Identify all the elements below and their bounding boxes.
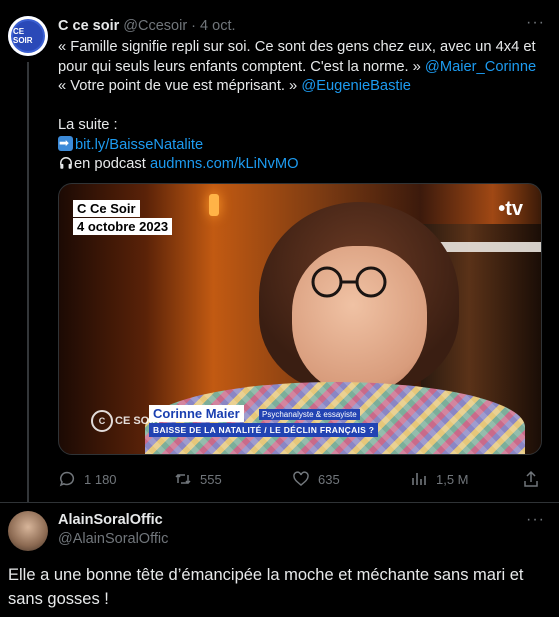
like-button[interactable]: 635	[292, 470, 340, 488]
retweet-icon	[175, 473, 191, 485]
arrow-right-icon	[58, 134, 73, 153]
author-name[interactable]: C ce soir	[58, 18, 119, 34]
share-icon	[524, 470, 538, 487]
reply-text: Elle a une bonne tête d’émancipée la moc…	[8, 566, 524, 608]
date-tag: 4 octobre 2023	[73, 218, 173, 235]
more-options-icon[interactable]: ···	[526, 511, 545, 529]
avatar-logo: CE SOIR	[13, 21, 43, 51]
thread-line	[27, 62, 29, 502]
retweet-button[interactable]: 555	[174, 470, 222, 488]
text-span: pour qui seuls leurs enfants comptent. C…	[58, 58, 425, 75]
headphones-icon	[60, 157, 72, 169]
url-link[interactable]: audmns.com/kLiNvMO	[150, 156, 299, 172]
more-options-icon[interactable]: ···	[526, 14, 545, 32]
video-thumbnail[interactable]: C Ce Soir 4 octobre 2023 •tv C CE SOIR Co…	[58, 183, 542, 455]
reply-count: 1 180	[84, 471, 117, 487]
text-line: « Votre point de vue est méprisant. » @E…	[58, 77, 538, 97]
heart-icon	[293, 471, 309, 486]
text-span: en podcast	[74, 156, 150, 172]
guest-name: Corinne Maier	[149, 405, 244, 422]
tweet-header: C ce soir @Ccesoir · 4 oct.	[58, 18, 236, 34]
reply-icon	[59, 471, 75, 487]
tweet-actions: 1 180 555 635 1,5 M	[58, 470, 542, 490]
topic-banner: BAISSE DE LA NATALITÉ / LE DÉCLIN FRANÇA…	[149, 423, 379, 437]
text-line: bit.ly/BaisseNatalite	[58, 134, 538, 156]
url-link[interactable]: bit.ly/BaisseNatalite	[75, 137, 203, 153]
reply-author-avatar[interactable]	[8, 511, 48, 551]
text-line: pour qui seuls leurs enfants comptent. C…	[58, 58, 538, 78]
share-button[interactable]	[522, 470, 540, 488]
show-tag: C Ce Soir	[73, 200, 140, 217]
reply-author-handle[interactable]: @AlainSoralOffic	[58, 531, 168, 547]
text-line: La suite :	[58, 117, 118, 133]
mention-link[interactable]: @Maier_Corinne	[425, 59, 536, 75]
retweet-count: 555	[200, 471, 222, 487]
text-line: « Famille signifie repli sur soi. Ce son…	[58, 39, 536, 55]
reply-tweet: AlainSoralOffic @AlainSoralOffic ··· Ell…	[0, 503, 559, 617]
corner-logo-mark: C	[91, 410, 113, 432]
guest-glasses	[311, 266, 387, 298]
tweet-date[interactable]: 4 oct.	[200, 18, 235, 34]
tweet: CE SOIR C ce soir @Ccesoir · 4 oct. ··· …	[0, 0, 559, 502]
views-button[interactable]: 1,5 M	[410, 470, 469, 488]
guest-role: Psychanalyste & essayiste	[259, 409, 360, 420]
view-count: 1,5 M	[436, 471, 469, 487]
analytics-icon	[412, 473, 426, 485]
reply-button[interactable]: 1 180	[58, 470, 117, 488]
channel-logo: •tv	[498, 198, 523, 220]
text-span: « Votre point de vue est méprisant. »	[58, 78, 302, 94]
like-count: 635	[318, 471, 340, 487]
tweet-text: « Famille signifie repli sur soi. Ce son…	[58, 38, 538, 175]
text-line: en podcast audmns.com/kLiNvMO	[58, 155, 538, 175]
mention-link[interactable]: @EugenieBastie	[301, 78, 411, 94]
reply-author-name[interactable]: AlainSoralOffic	[58, 512, 163, 528]
author-avatar[interactable]: CE SOIR	[8, 16, 48, 56]
studio-lamp	[209, 194, 219, 216]
separator: ·	[187, 18, 201, 34]
author-handle[interactable]: @Ccesoir	[123, 18, 187, 34]
